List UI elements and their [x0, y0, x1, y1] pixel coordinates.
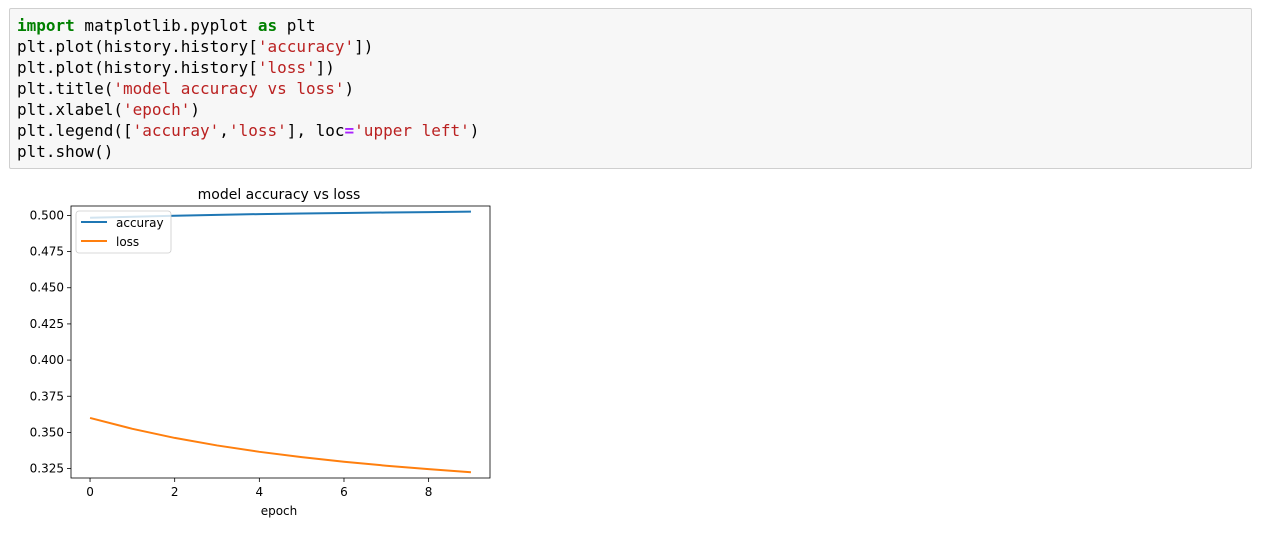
- x-axis-label: epoch: [261, 504, 298, 518]
- code-token: matplotlib.pyplot: [74, 16, 258, 35]
- y-tick-label: 0.325: [30, 462, 64, 476]
- code-token: 'upper left': [354, 121, 470, 140]
- code-line: plt.legend(['accuray','loss'], loc='uppe…: [17, 120, 479, 141]
- code-line: plt.title('model accuracy vs loss'): [17, 78, 479, 99]
- code-token: 'accuracy': [257, 37, 355, 56]
- code-line: plt.show(): [17, 141, 479, 162]
- code-token: import: [17, 16, 75, 35]
- code-token: ]): [354, 37, 374, 56]
- x-tick-label: 2: [171, 485, 179, 499]
- legend-label-accuray: accuray: [116, 216, 164, 230]
- code-token: ): [190, 100, 201, 119]
- output-area: model accuracy vs loss 0.325 0.350 0.375 0.…: [14, 178, 504, 528]
- y-tick-label: 0.400: [30, 353, 64, 367]
- y-tick-label: 0.500: [30, 208, 64, 222]
- code-cell-input[interactable]: import matplotlib.pyplot as plt plt.plot(…: [9, 8, 1252, 169]
- code-token: 'loss': [257, 58, 316, 77]
- x-axis: 0 2 4 6 8: [86, 478, 432, 499]
- code-token: plt: [277, 16, 316, 35]
- code-token: ): [344, 79, 355, 98]
- code-token: plt.legend([: [17, 121, 133, 140]
- code-token: ], loc: [286, 121, 345, 140]
- code-token: plt.xlabel(: [17, 100, 123, 119]
- code-line: plt.plot(history.history['accuracy']): [17, 36, 479, 57]
- y-tick-label: 0.475: [30, 245, 64, 259]
- code-token: ,: [219, 121, 229, 140]
- y-tick-label: 0.375: [30, 389, 64, 403]
- code-token: ): [469, 121, 480, 140]
- x-tick-label: 4: [256, 485, 264, 499]
- y-tick-label: 0.450: [30, 281, 64, 295]
- code-token: =: [344, 121, 355, 140]
- legend: accuray loss: [75, 210, 172, 254]
- code-line: import matplotlib.pyplot as plt: [17, 15, 479, 36]
- code-token: 'accuray': [132, 121, 220, 140]
- y-tick-label: 0.350: [30, 425, 64, 439]
- y-axis: 0.325 0.350 0.375 0.400 0.425 0.450 0.475 0.500: [30, 208, 71, 476]
- code-line: plt.xlabel('epoch'): [17, 99, 479, 120]
- code-token: ]): [315, 58, 335, 77]
- code-token: 'epoch': [122, 100, 191, 119]
- code-editor[interactable]: import matplotlib.pyplot as plt plt.plot(…: [17, 15, 479, 162]
- code-token: plt.title(: [17, 79, 114, 98]
- code-line: plt.plot(history.history['loss']): [17, 57, 479, 78]
- code-token: as: [257, 16, 278, 35]
- chart-title: model accuracy vs loss: [198, 187, 361, 203]
- x-tick-label: 8: [425, 485, 433, 499]
- code-token: 'loss': [228, 121, 287, 140]
- code-token: plt.plot(history.history[: [17, 58, 258, 77]
- code-token: plt.plot(history.history[: [17, 37, 258, 56]
- line-chart: model accuracy vs loss 0.3250.3500.3750.…: [30, 187, 491, 518]
- x-tick-label: 0: [86, 485, 94, 499]
- y-tick-label: 0.425: [30, 317, 64, 331]
- legend-label-loss: loss: [116, 235, 139, 249]
- code-token: plt.show(): [17, 142, 114, 161]
- x-tick-label: 6: [340, 485, 348, 499]
- code-token: 'model accuracy vs loss': [113, 79, 345, 98]
